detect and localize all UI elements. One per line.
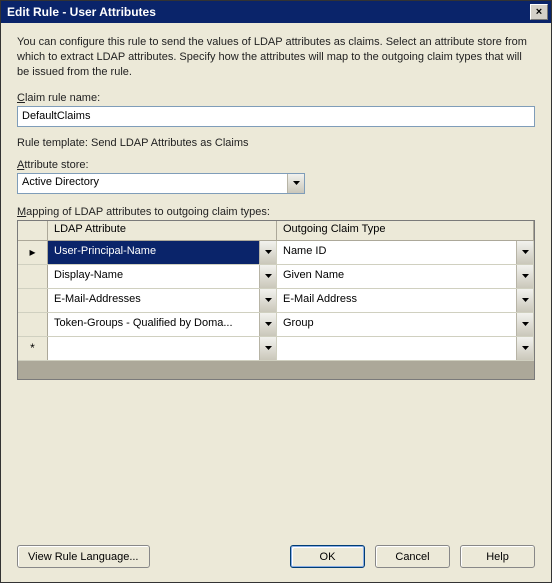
claim-type-cell[interactable]: E-Mail Address [277,289,534,312]
claim-type-cell[interactable]: Given Name [277,265,534,288]
ldap-attribute-value: E-Mail-Addresses [48,289,259,312]
row-marker [18,313,48,336]
claim-type-cell[interactable]: Name ID [277,241,534,264]
table-row[interactable]: Token-Groups - Qualified by Doma... Group [18,313,534,337]
column-header-ldap[interactable]: LDAP Attribute [48,221,277,241]
chevron-down-icon[interactable] [287,174,304,193]
table-row[interactable]: * [18,337,534,361]
chevron-down-icon[interactable] [516,289,533,312]
close-icon[interactable]: × [530,4,548,20]
chevron-down-icon[interactable] [516,241,533,264]
grid-corner [18,221,48,241]
claim-type-cell[interactable] [277,337,534,360]
row-marker [18,265,48,288]
grid-footer-pad [18,361,534,379]
mapping-label: Mapping of LDAP attributes to outgoing c… [17,206,535,218]
attribute-store-select[interactable]: Active Directory [17,173,305,194]
view-rule-language-button[interactable]: View Rule Language... [17,545,150,568]
ldap-attribute-cell[interactable]: Display-Name [48,265,277,288]
attribute-store-label: Attribute store: [17,159,535,171]
claim-type-value: E-Mail Address [277,289,516,312]
row-marker: * [18,337,48,360]
cancel-button[interactable]: Cancel [375,545,450,568]
rule-name-label: Claim rule name: [17,92,535,104]
table-row[interactable]: E-Mail-Addresses E-Mail Address [18,289,534,313]
ldap-attribute-cell[interactable]: Token-Groups - Qualified by Doma... [48,313,277,336]
ldap-attribute-cell[interactable]: User-Principal-Name [48,241,277,264]
chevron-down-icon[interactable] [516,337,533,360]
rule-template-text: Rule template: Send LDAP Attributes as C… [17,137,535,149]
button-bar: View Rule Language... OK Cancel Help [17,545,535,568]
chevron-down-icon[interactable] [259,289,276,312]
ldap-attribute-value: Display-Name [48,265,259,288]
claim-type-value: Name ID [277,241,516,264]
window-title: Edit Rule - User Attributes [7,5,156,19]
description-text: You can configure this rule to send the … [17,35,535,80]
claim-type-value: Group [277,313,516,336]
ldap-attribute-cell[interactable]: E-Mail-Addresses [48,289,277,312]
chevron-down-icon[interactable] [259,313,276,336]
dialog-body: You can configure this rule to send the … [1,23,551,396]
chevron-down-icon[interactable] [516,313,533,336]
claim-type-cell[interactable]: Group [277,313,534,336]
ldap-attribute-cell[interactable] [48,337,277,360]
table-row[interactable]: ▸User-Principal-Name Name ID [18,241,534,265]
attribute-store-value: Active Directory [18,174,287,193]
ldap-attribute-value: User-Principal-Name [48,241,259,264]
rule-name-input[interactable] [17,106,535,127]
row-marker [18,289,48,312]
ldap-attribute-value [48,337,259,360]
grid-header: LDAP Attribute Outgoing Claim Type [18,221,534,241]
claim-type-value [277,337,516,360]
column-header-claim[interactable]: Outgoing Claim Type [277,221,534,241]
claim-type-value: Given Name [277,265,516,288]
mapping-grid: LDAP Attribute Outgoing Claim Type ▸User… [17,220,535,380]
chevron-down-icon[interactable] [259,337,276,360]
chevron-down-icon[interactable] [259,265,276,288]
table-row[interactable]: Display-Name Given Name [18,265,534,289]
ok-button[interactable]: OK [290,545,365,568]
title-bar: Edit Rule - User Attributes × [1,1,551,23]
chevron-down-icon[interactable] [259,241,276,264]
row-marker: ▸ [18,241,48,264]
chevron-down-icon[interactable] [516,265,533,288]
help-button[interactable]: Help [460,545,535,568]
ldap-attribute-value: Token-Groups - Qualified by Doma... [48,313,259,336]
